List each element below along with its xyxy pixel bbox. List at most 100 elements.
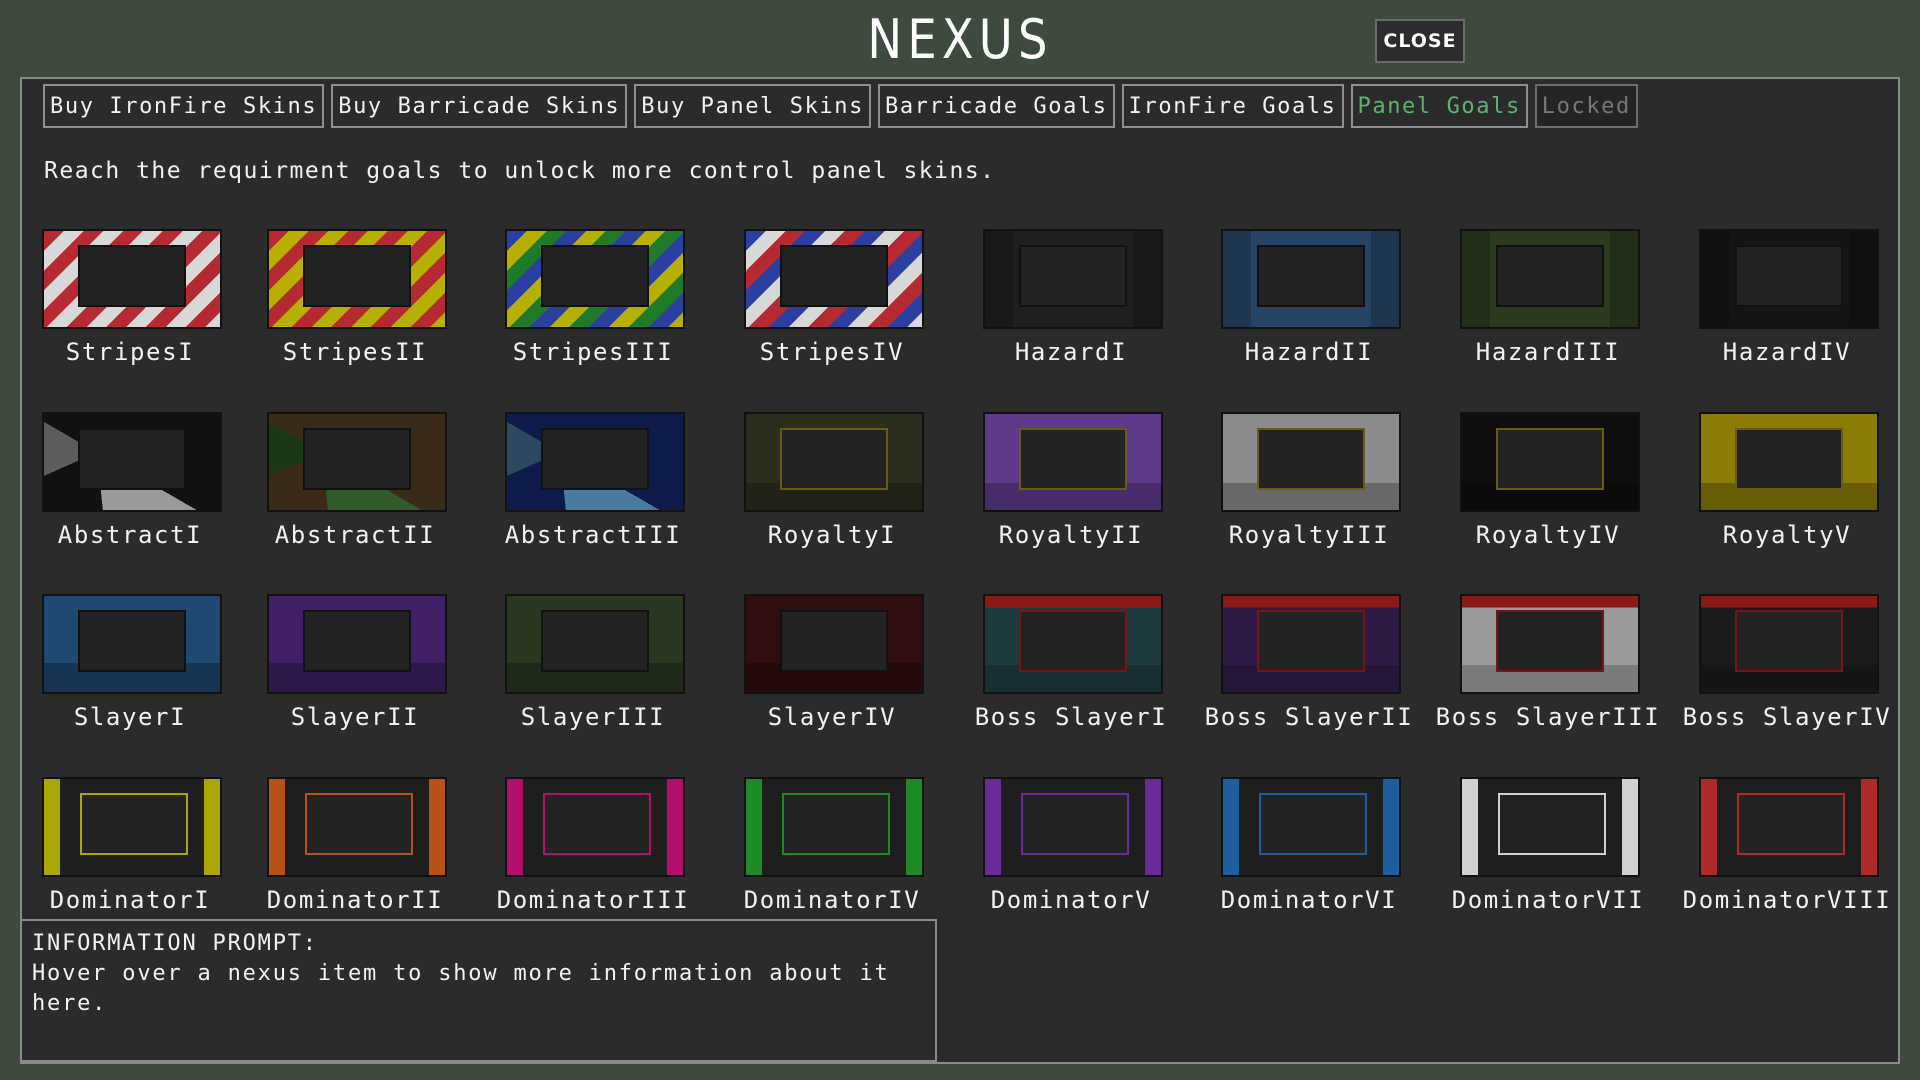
info-text: Hover over a nexus item to show more inf… [32,961,890,1016]
skin-item-slayerii[interactable]: SlayerII [240,592,470,742]
skin-item-stripesii[interactable]: StripesII [240,227,470,377]
skin-thumbnail [267,412,447,512]
skin-name: Boss SlayerIV [1682,703,1892,731]
skin-name: Boss SlayerI [974,703,1168,731]
skin-item-dominatorii[interactable]: DominatorII [240,775,470,925]
skin-name: AbstractIII [504,521,682,549]
tab-buy-ironfire-skins[interactable]: Buy IronFire Skins [43,84,325,128]
skin-name: DominatorIII [496,886,690,914]
skin-item-royaltyiii[interactable]: RoyaltyIII [1194,410,1424,560]
skin-item-hazardiv[interactable]: HazardIV [1672,227,1902,377]
skin-screen [780,428,888,490]
tab-ironfire-goals[interactable]: IronFire Goals [1121,84,1344,128]
skin-screen [303,428,411,490]
skin-item-hazardiii[interactable]: HazardIII [1433,227,1663,377]
skin-item-abstractiii[interactable]: AbstractIII [478,410,708,560]
skin-screen [780,245,888,307]
tab-buy-panel-skins[interactable]: Buy Panel Skins [634,84,871,128]
skin-thumbnail [42,777,222,877]
tab-panel-goals[interactable]: Panel Goals [1350,84,1528,128]
skin-item-dominatori[interactable]: DominatorI [15,775,245,925]
skin-screen [1259,793,1367,855]
skin-thumbnail [1221,412,1401,512]
skin-thumbnail [744,594,924,694]
skin-thumbnail [1460,412,1640,512]
skin-item-hazardii[interactable]: HazardII [1194,227,1424,377]
skin-name: DominatorVIII [1682,886,1892,914]
skin-item-dominatorv[interactable]: DominatorV [956,775,1186,925]
skin-thumbnail [267,594,447,694]
skin-thumbnail [983,412,1163,512]
skin-thumbnail [1460,229,1640,329]
skin-item-dominatorvi[interactable]: DominatorVI [1194,775,1424,925]
skin-name: DominatorV [990,886,1152,914]
skin-name: DominatorI [49,886,211,914]
skin-item-stripesi[interactable]: StripesI [15,227,245,377]
skin-screen [1737,793,1845,855]
skin-item-royaltyiv[interactable]: RoyaltyIV [1433,410,1663,560]
skin-screen [1257,610,1365,672]
skin-thumbnail [1699,229,1879,329]
skin-name: RoyaltyV [1722,521,1852,549]
skin-screen [1496,428,1604,490]
skin-item-slayeriv[interactable]: SlayerIV [717,592,947,742]
skin-screen [305,793,413,855]
skin-thumbnail [1460,777,1640,877]
skin-item-slayeriii[interactable]: SlayerIII [478,592,708,742]
skin-thumbnail [1221,229,1401,329]
skin-name: SlayerII [290,703,420,731]
skin-item-royaltyii[interactable]: RoyaltyII [956,410,1186,560]
skin-item-abstractii[interactable]: AbstractII [240,410,470,560]
tab-barricade-goals[interactable]: Barricade Goals [877,84,1115,128]
skin-thumbnail [505,594,685,694]
skin-item-royaltyv[interactable]: RoyaltyV [1672,410,1902,560]
skin-item-slayeri[interactable]: SlayerI [15,592,245,742]
skin-item-abstracti[interactable]: AbstractI [15,410,245,560]
skin-name: RoyaltyI [767,521,897,549]
skin-thumbnail [1699,594,1879,694]
skin-name: SlayerIII [520,703,666,731]
skin-name: StripesIII [512,338,674,366]
skin-name: AbstractI [57,521,203,549]
skin-screen [1735,245,1843,307]
tab-buy-barricade-skins[interactable]: Buy Barricade Skins [331,84,628,128]
skin-item-dominatoriii[interactable]: DominatorIII [478,775,708,925]
skin-name: StripesI [65,338,195,366]
skin-screen [782,793,890,855]
skin-name: RoyaltyIII [1228,521,1390,549]
skin-thumbnail [267,229,447,329]
skin-screen [543,793,651,855]
skin-item-royaltyi[interactable]: RoyaltyI [717,410,947,560]
skin-screen [1257,428,1365,490]
skin-screen [1019,428,1127,490]
skin-item-stripesiii[interactable]: StripesIII [478,227,708,377]
skin-item-dominatorviii[interactable]: DominatorVIII [1672,775,1902,925]
skin-thumbnail [983,777,1163,877]
skin-thumbnail [505,412,685,512]
information-prompt: INFORMATION PROMPT: Hover over a nexus i… [20,919,937,1062]
skin-item-dominatoriv[interactable]: DominatorIV [717,775,947,925]
skin-thumbnail [983,594,1163,694]
skin-name: HazardII [1244,338,1374,366]
skin-item-boss-slayeriv[interactable]: Boss SlayerIV [1672,592,1902,742]
skin-thumbnail [983,229,1163,329]
skin-screen [1496,245,1604,307]
skin-item-boss-slayeri[interactable]: Boss SlayerI [956,592,1186,742]
tab-bar: Buy IronFire Skins Buy Barricade Skins B… [43,84,1638,128]
skin-item-boss-slayerii[interactable]: Boss SlayerII [1194,592,1424,742]
skin-name: DominatorVI [1220,886,1398,914]
skin-name: DominatorII [266,886,444,914]
skin-thumbnail [1460,594,1640,694]
skin-name: SlayerI [73,703,187,731]
skin-screen [1021,793,1129,855]
skin-name: HazardIV [1722,338,1852,366]
skin-item-boss-slayeriii[interactable]: Boss SlayerIII [1433,592,1663,742]
close-button[interactable]: CLOSE [1375,19,1465,63]
tab-locked[interactable]: Locked [1534,84,1638,128]
skin-screen [541,610,649,672]
skin-item-dominatorvii[interactable]: DominatorVII [1433,775,1663,925]
skin-thumbnail [42,229,222,329]
skin-item-stripesiv[interactable]: StripesIV [717,227,947,377]
skin-screen [1019,245,1127,307]
skin-item-hazardi[interactable]: HazardI [956,227,1186,377]
